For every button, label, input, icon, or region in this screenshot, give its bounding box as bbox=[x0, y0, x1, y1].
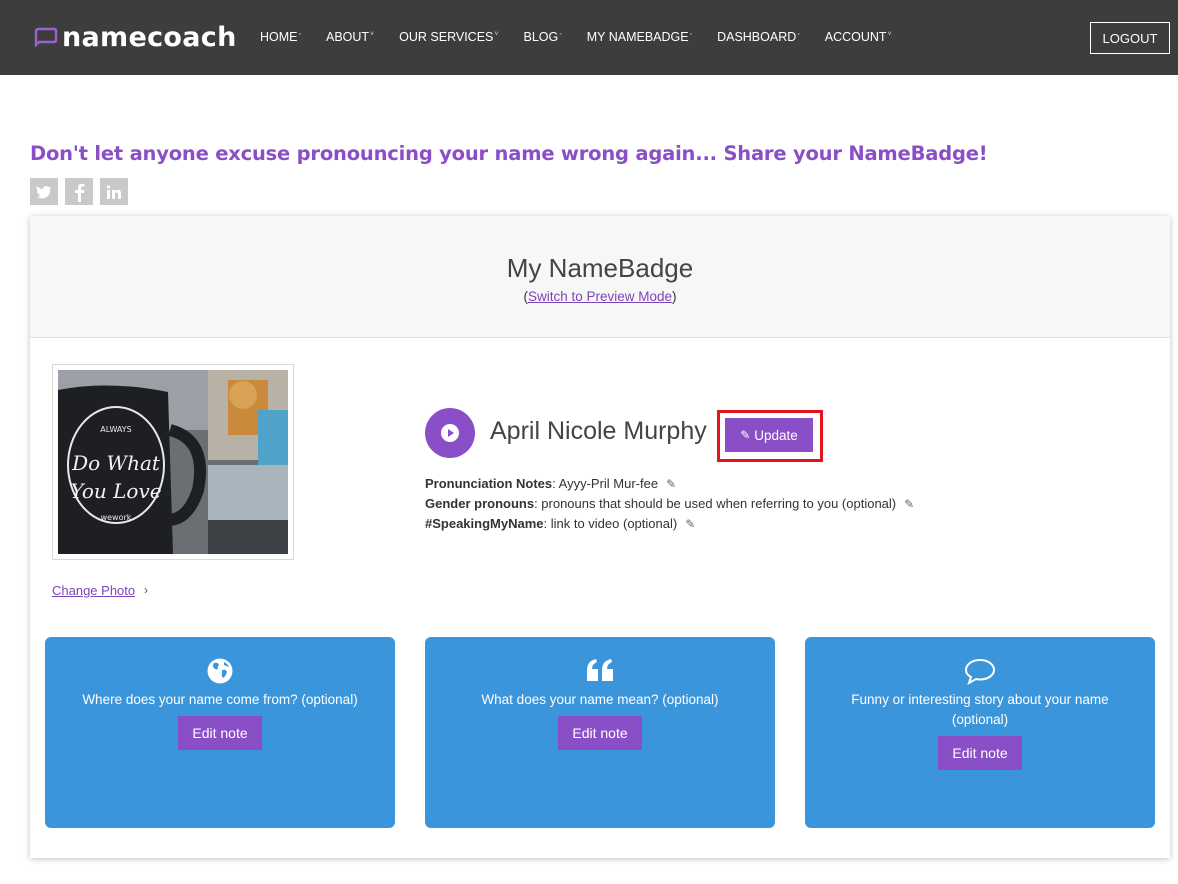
edit-note-button[interactable]: Edit note bbox=[178, 716, 262, 750]
svg-text:ALWAYS: ALWAYS bbox=[100, 425, 131, 434]
update-label: Update bbox=[754, 427, 798, 443]
facebook-icon[interactable] bbox=[65, 178, 93, 205]
nav-label: HOME bbox=[260, 30, 298, 44]
nav-label: DASHBOARD bbox=[717, 30, 797, 44]
share-buttons bbox=[30, 178, 135, 205]
name-origin-tile: Where does your name come from? (optiona… bbox=[45, 637, 395, 828]
namebadge-card: My NameBadge (Switch to Preview Mode) AL… bbox=[30, 216, 1170, 858]
page-title: My NameBadge bbox=[506, 253, 694, 283]
play-icon bbox=[441, 424, 459, 442]
pronunciation-notes-label: Pronunciation Notes bbox=[425, 476, 553, 491]
preview-mode-line: (Switch to Preview Mode) bbox=[30, 289, 1170, 304]
quote-icon bbox=[587, 659, 613, 681]
nav-indicator-icon: ◦ bbox=[797, 31, 800, 38]
change-photo-link[interactable]: Change Photo bbox=[52, 583, 135, 598]
edit-note-button[interactable]: Edit note bbox=[938, 736, 1022, 770]
nav-indicator-icon: ◦ bbox=[298, 31, 301, 38]
nav-our-services[interactable]: OUR SERVICES ˅ bbox=[399, 30, 498, 44]
logo[interactable]: namecoach bbox=[34, 20, 237, 54]
main-nav: HOME ◦ ABOUT ˅ OUR SERVICES ˅ BLOG ◦ MY NAME… bbox=[260, 30, 917, 44]
tile-icon-wrap bbox=[425, 657, 775, 683]
pencil-icon[interactable]: ✎ bbox=[666, 477, 676, 491]
edit-note-button[interactable]: Edit note bbox=[558, 716, 642, 750]
nav-label: ABOUT bbox=[325, 30, 370, 44]
profile-photo: ALWAYS Do What You Love wework bbox=[58, 370, 288, 554]
nav-indicator-icon: ◦ bbox=[559, 31, 562, 38]
pronunciation-notes-row: Pronunciation Notes: Ayyy-Pril Mur-fee ✎ bbox=[425, 474, 914, 494]
share-tagline: Don't let anyone excuse pronouncing your… bbox=[30, 142, 988, 165]
gender-pronouns-value: : pronouns that should be used when refe… bbox=[534, 496, 897, 511]
update-button[interactable]: ✎ Update bbox=[725, 418, 813, 452]
chevron-right-icon: › bbox=[144, 583, 148, 597]
nav-account[interactable]: ACCOUNT ˅ bbox=[825, 30, 892, 44]
update-highlight-box: ✎ Update bbox=[717, 410, 823, 462]
paren-close: ) bbox=[672, 289, 677, 304]
svg-text:You Love: You Love bbox=[70, 479, 161, 503]
full-name: April Nicole Murphy bbox=[490, 417, 707, 445]
speech-bubble-icon bbox=[964, 658, 996, 685]
globe-icon bbox=[207, 658, 233, 684]
switch-to-preview-link[interactable]: Switch to Preview Mode bbox=[528, 289, 672, 304]
chevron-down-icon: ˅ bbox=[494, 31, 499, 38]
tile-prompt: Where does your name come from? (optiona… bbox=[82, 692, 358, 707]
logo-mark-icon bbox=[34, 27, 58, 47]
tile-icon-wrap bbox=[805, 657, 1155, 685]
tile-prompt: What does your name mean? (optional) bbox=[481, 692, 719, 707]
nav-my-namebadge[interactable]: MY NAMEBADGE ◦ bbox=[587, 30, 692, 44]
nav-indicator-icon: ◦ bbox=[689, 31, 693, 38]
chevron-down-icon: ˅ bbox=[887, 31, 892, 38]
name-story-tile: Funny or interesting story about your na… bbox=[805, 637, 1155, 828]
name-details: Pronunciation Notes: Ayyy-Pril Mur-fee ✎ … bbox=[425, 474, 914, 534]
nav-label: OUR SERVICES bbox=[399, 30, 494, 44]
chevron-down-icon: ˅ bbox=[370, 31, 375, 38]
svg-text:wework: wework bbox=[101, 513, 132, 522]
name-meaning-tile: What does your name mean? (optional) Edi… bbox=[425, 637, 775, 828]
speaking-my-name-label: #SpeakingMyName bbox=[425, 516, 544, 531]
top-nav-bar: namecoach HOME ◦ ABOUT ˅ OUR SERVICES ˅ BLO… bbox=[0, 0, 1178, 75]
nav-about[interactable]: ABOUT ˅ bbox=[326, 30, 374, 44]
linkedin-icon[interactable] bbox=[100, 178, 128, 205]
speaking-my-name-value: : link to video (optional) bbox=[543, 516, 678, 531]
logo-text: namecoach bbox=[62, 21, 237, 53]
card-header: My NameBadge (Switch to Preview Mode) bbox=[30, 216, 1170, 338]
gender-pronouns-label: Gender pronouns bbox=[425, 496, 535, 511]
pencil-icon[interactable]: ✎ bbox=[904, 497, 914, 511]
nav-dashboard[interactable]: DASHBOARD ◦ bbox=[717, 30, 800, 44]
tile-prompt: Funny or interesting story about your na… bbox=[851, 692, 1109, 727]
play-pronunciation-button[interactable] bbox=[425, 408, 475, 458]
twitter-icon[interactable] bbox=[30, 178, 58, 205]
pencil-icon: ✎ bbox=[740, 428, 751, 442]
gender-pronouns-row: Gender pronouns: pronouns that should be… bbox=[425, 494, 914, 514]
logout-button[interactable]: LOGOUT bbox=[1090, 22, 1170, 54]
nav-blog[interactable]: BLOG ◦ bbox=[523, 30, 561, 44]
tile-icon-wrap bbox=[45, 657, 395, 685]
nav-label: BLOG bbox=[523, 30, 559, 44]
pencil-icon[interactable]: ✎ bbox=[685, 517, 695, 531]
profile-photo-frame: ALWAYS Do What You Love wework bbox=[52, 364, 294, 560]
pronunciation-notes-value: : Ayyy-Pril Mur-fee bbox=[552, 476, 659, 491]
speaking-my-name-row: #SpeakingMyName: link to video (optional… bbox=[425, 514, 914, 534]
nav-label: ACCOUNT bbox=[824, 30, 887, 44]
nav-home[interactable]: HOME ◦ bbox=[260, 30, 301, 44]
nav-label: MY NAMEBADGE bbox=[586, 30, 689, 44]
svg-text:Do What: Do What bbox=[71, 451, 161, 475]
